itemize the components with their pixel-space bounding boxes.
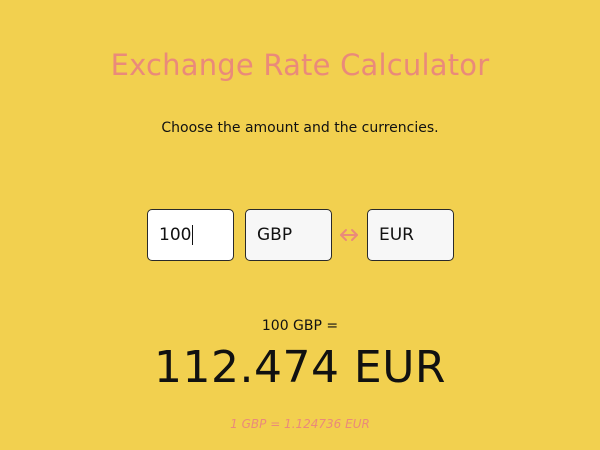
to-currency-select[interactable]: EUR	[367, 209, 454, 261]
result-value: 112.474 EUR	[153, 342, 446, 393]
result-prefix: 100 GBP =	[261, 318, 339, 334]
amount-input[interactable]: 100	[147, 209, 234, 261]
text-caret	[192, 225, 194, 245]
from-currency-select[interactable]: GBP	[245, 209, 332, 261]
page-subtitle: Choose the amount and the currencies.	[161, 120, 439, 136]
page-title: Exchange Rate Calculator	[110, 48, 490, 82]
amount-value: 100	[159, 225, 192, 245]
to-currency-value: EUR	[379, 225, 414, 245]
left-right-arrow-icon[interactable]	[338, 225, 360, 245]
from-currency-value: GBP	[257, 225, 293, 245]
rate-note: 1 GBP = 1.124736 EUR	[230, 417, 370, 431]
